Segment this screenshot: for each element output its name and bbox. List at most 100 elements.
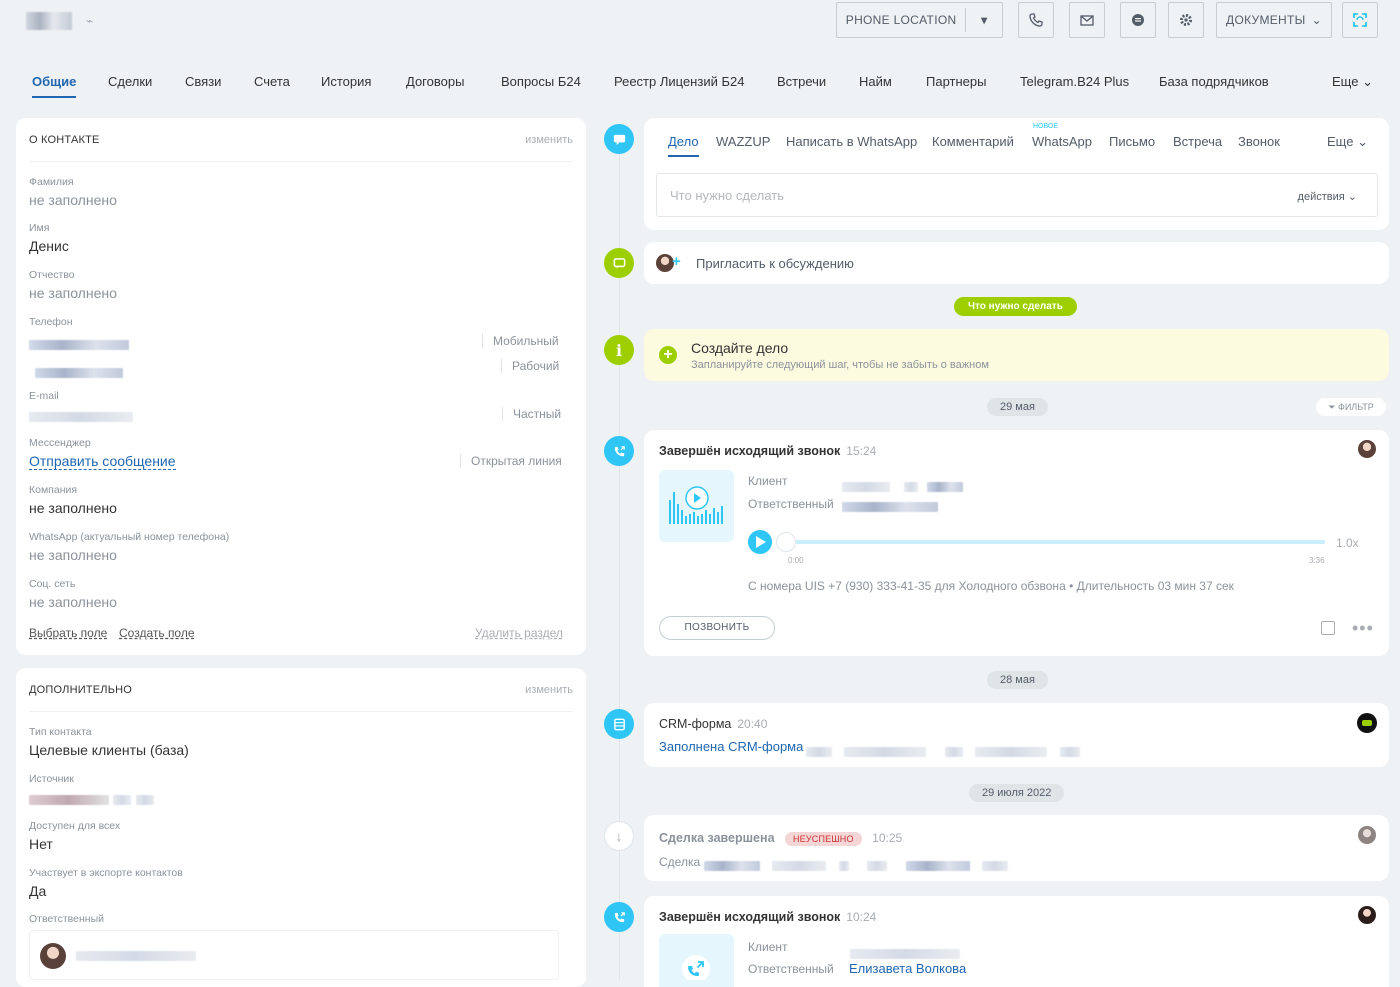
call-event-icon — [604, 902, 634, 932]
tab-history[interactable]: История — [321, 74, 371, 89]
field-lastname[interactable]: Фамилия не заполнено — [29, 176, 117, 208]
edit-link[interactable]: изменить — [525, 134, 573, 146]
responsible-label: Ответственный — [748, 962, 834, 976]
additional-card: ДОПОЛНИТЕЛЬНО изменить Тип контакта Целе… — [16, 668, 586, 987]
field-label: Тип контакта — [29, 726, 92, 738]
field-value: не заполнено — [29, 192, 117, 208]
call-info: С номера UIS +7 (930) 333-41-35 для Холо… — [748, 579, 1234, 593]
recording-thumbnail[interactable] — [659, 934, 734, 987]
fullscreen-button[interactable] — [1342, 2, 1378, 38]
phone-location-button[interactable]: PHONE LOCATION ▾ — [836, 2, 1003, 38]
field-social[interactable]: Соц. сеть не заполнено — [29, 578, 117, 610]
card-header: ДОПОЛНИТЕЛЬНО изменить — [29, 668, 573, 712]
choose-field-link[interactable]: Выбрать поле — [29, 626, 107, 640]
send-message-link[interactable]: Отправить сообщение — [29, 453, 176, 470]
field-label: Ответственный — [29, 913, 104, 925]
field-value: не заполнено — [29, 285, 117, 301]
tab-telegram[interactable]: Telegram.B24 Plus — [1020, 74, 1129, 89]
responsible-box[interactable] — [29, 930, 559, 980]
event-time: 10:24 — [846, 910, 877, 924]
tab-general[interactable]: Общие — [32, 74, 77, 98]
activity-tab-whatsapp[interactable]: WhatsApp — [1032, 134, 1092, 149]
delete-section-link[interactable]: Удалить раздел — [475, 626, 563, 640]
form-icon — [613, 718, 625, 730]
event-time: 20:40 — [737, 717, 768, 731]
activity-tab-comment[interactable]: Комментарий — [932, 134, 1014, 149]
chevron-down-icon: ⌄ — [1347, 191, 1357, 203]
deal-event-card: Сделка завершена НЕУСПЕШНО 10:25 Сделка — [644, 815, 1389, 881]
activity-tab-meeting[interactable]: Встреча — [1173, 134, 1222, 149]
field-whatsapp[interactable]: WhatsApp (актуальный номер телефона) не … — [29, 531, 229, 563]
activity-tab-write-whatsapp[interactable]: Написать в WhatsApp — [786, 134, 917, 149]
call-event-card: Завершён исходящий звонок 15:24 Клиент От… — [644, 430, 1389, 656]
tab-questions[interactable]: Вопросы Б24 — [501, 74, 581, 89]
play-button[interactable] — [748, 530, 772, 554]
responsible-link[interactable]: Елизавета Волкова — [849, 961, 966, 976]
tab-more[interactable]: Еще ⌄ — [1332, 74, 1373, 90]
actions-dropdown[interactable]: действия ⌄ — [1298, 190, 1357, 203]
create-field-link[interactable]: Создать поле — [119, 626, 195, 640]
recording-thumbnail[interactable] — [659, 470, 734, 542]
field-phone[interactable]: Телефон — [29, 316, 129, 382]
outgoing-call-icon — [682, 955, 710, 980]
audio-progress-handle[interactable] — [776, 532, 796, 552]
tab-partners[interactable]: Партнеры — [926, 74, 986, 89]
field-contact-type[interactable]: Тип контакта Целевые клиенты (база) — [29, 726, 189, 758]
field-company[interactable]: Компания не заполнено — [29, 484, 117, 516]
avatar — [1357, 713, 1377, 733]
status-badge: НЕУСПЕШНО — [784, 832, 862, 846]
field-name[interactable]: Имя Денис — [29, 222, 69, 254]
activity-editor: Дело WAZZUP Написать в WhatsApp Коммента… — [644, 118, 1389, 230]
field-value: Целевые клиенты (база) — [29, 742, 189, 758]
add-circle-icon[interactable]: + — [659, 346, 677, 364]
activity-tab-task[interactable]: Дело — [668, 134, 699, 157]
tab-contractors[interactable]: База подрядчиков — [1159, 74, 1269, 89]
tab-meetings[interactable]: Встречи — [777, 74, 826, 89]
tab-links[interactable]: Связи — [185, 74, 221, 89]
field-email[interactable]: E-mail — [29, 390, 133, 426]
tab-invoices[interactable]: Счета — [254, 74, 290, 89]
activity-icon — [604, 124, 634, 154]
chevron-down-icon[interactable]: ▾ — [966, 13, 1002, 27]
tab-deals[interactable]: Сделки — [108, 74, 152, 89]
chat-button[interactable] — [1120, 2, 1156, 38]
entity-tabs: Общие Сделки Связи Счета История Договор… — [16, 62, 1396, 102]
link-icon[interactable]: ⌁ — [86, 14, 93, 28]
task-input[interactable]: Что нужно сделать действия ⌄ — [656, 173, 1378, 217]
create-task-banner[interactable]: + Создайте дело Запланируйте следующий ш… — [644, 329, 1389, 381]
settings-button[interactable] — [1168, 2, 1204, 38]
task-input-placeholder: Что нужно сделать — [670, 188, 784, 203]
note-icon[interactable] — [1321, 621, 1335, 635]
field-value: Да — [29, 883, 47, 899]
playback-speed[interactable]: 1.0x — [1336, 536, 1359, 550]
field-messenger[interactable]: Мессенджер Отправить сообщение — [29, 437, 176, 471]
field-export[interactable]: Участвует в экспорте контактов Да — [29, 867, 183, 899]
field-label: Имя — [29, 222, 50, 234]
activity-tab-wazzup[interactable]: WAZZUP — [716, 134, 770, 149]
field-source[interactable]: Источник — [29, 773, 154, 809]
call-button[interactable] — [1018, 2, 1054, 38]
field-value: не заполнено — [29, 547, 117, 563]
phone-location-label: PHONE LOCATION — [837, 8, 967, 32]
email-button[interactable] — [1069, 2, 1105, 38]
documents-button[interactable]: ДОКУМЕНТЫ ⌄ — [1216, 2, 1332, 38]
field-available[interactable]: Доступен для всех Нет — [29, 820, 120, 852]
field-middlename[interactable]: Отчество не заполнено — [29, 269, 117, 301]
call-back-button[interactable]: ПОЗВОНИТЬ — [659, 616, 775, 640]
tab-contracts[interactable]: Договоры — [406, 74, 464, 89]
avatar — [40, 943, 66, 969]
activity-tab-call[interactable]: Звонок — [1238, 134, 1280, 149]
more-icon[interactable]: ••• — [1352, 618, 1374, 639]
edit-link[interactable]: изменить — [525, 684, 573, 696]
field-responsible[interactable]: Ответственный — [29, 913, 104, 929]
audio-progress-bar[interactable] — [780, 540, 1325, 544]
invite-bar[interactable]: + Пригласить к обсуждению — [644, 242, 1389, 284]
date-separator: 29 июля 2022 — [969, 784, 1065, 802]
activity-tab-more[interactable]: Еще ⌄ — [1327, 134, 1368, 150]
tab-hiring[interactable]: Найм — [859, 74, 892, 89]
activity-tab-email[interactable]: Письмо — [1109, 134, 1155, 149]
crm-form-link[interactable]: Заполнена CRM-форма — [659, 739, 803, 754]
tab-license-registry[interactable]: Реестр Лицензий Б24 — [614, 74, 744, 89]
audio-time-end: 3:36 — [1309, 556, 1325, 565]
filter-button[interactable]: ⏷ ФИЛЬТР — [1316, 398, 1386, 416]
